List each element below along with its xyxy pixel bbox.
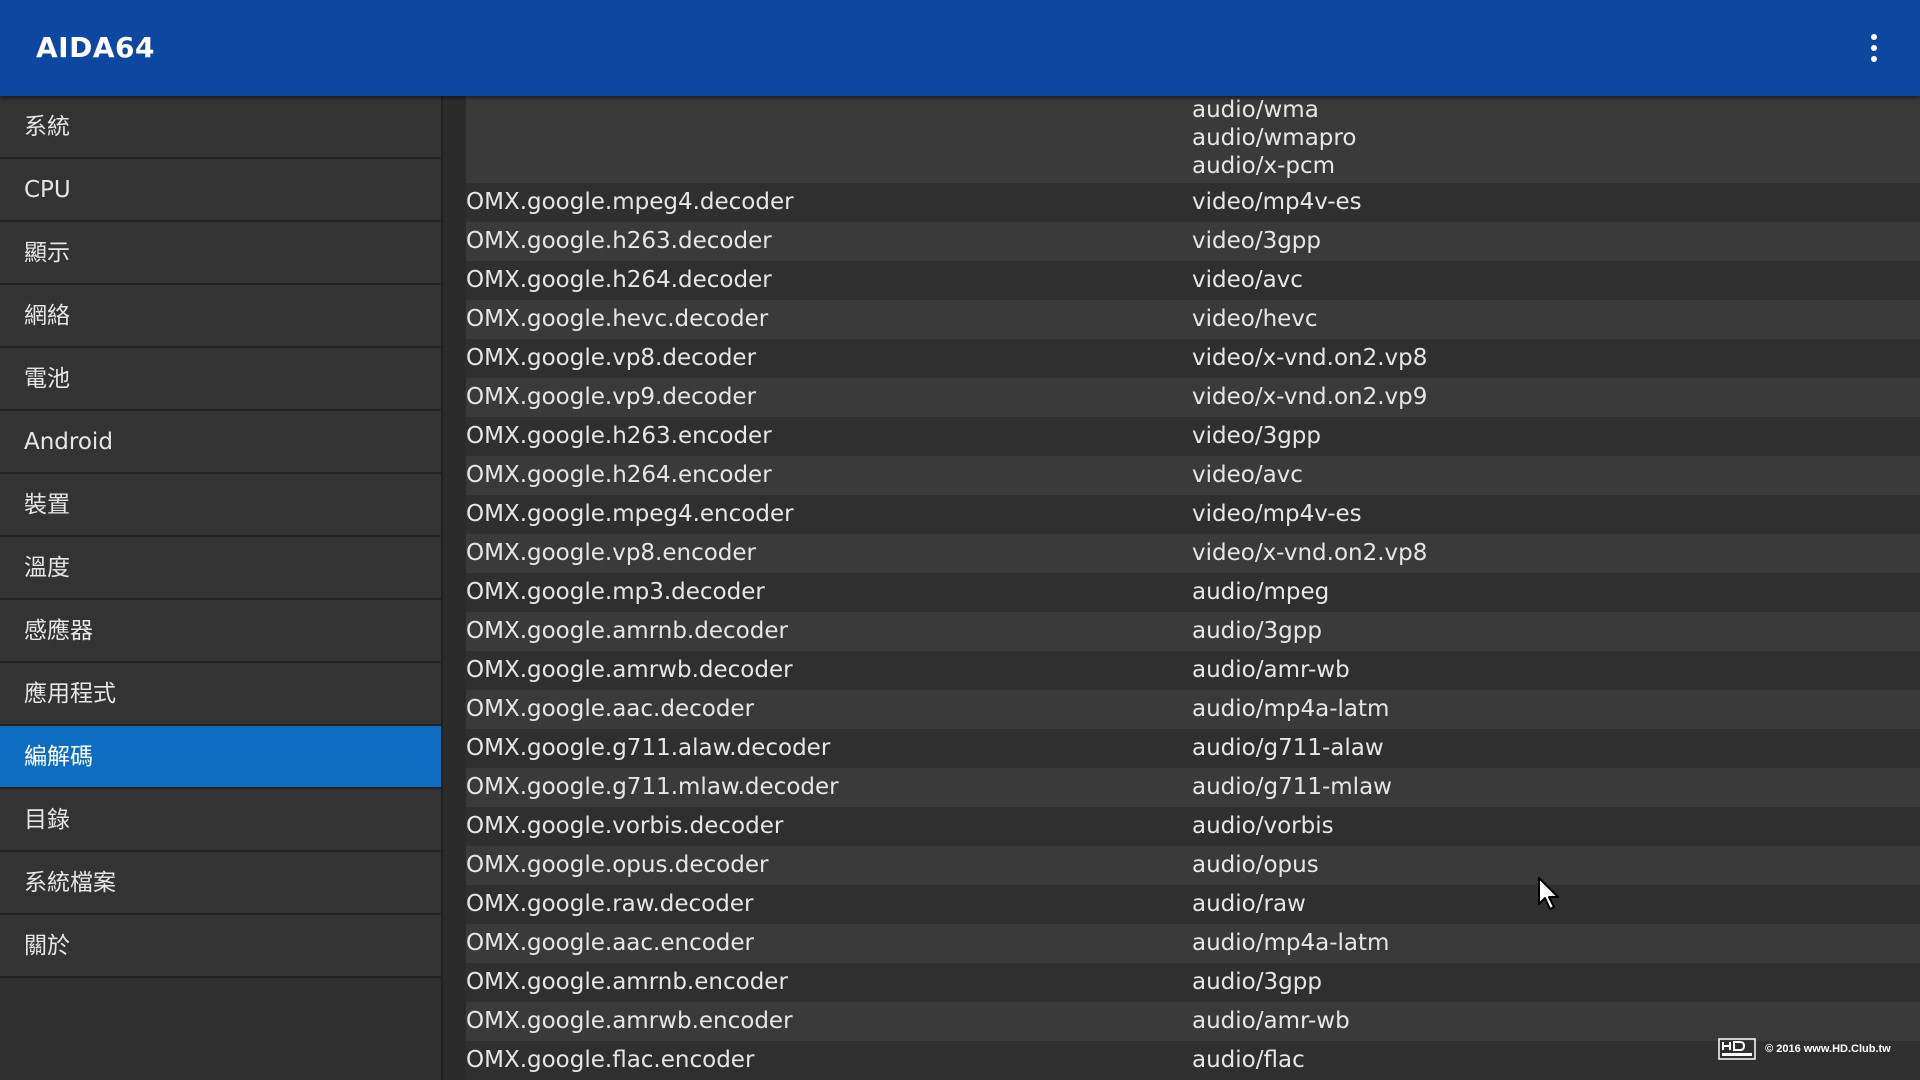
table-row: OMX.google.h264.decoder video/avc bbox=[466, 261, 1920, 300]
codec-name: OMX.google.mpeg4.encoder bbox=[466, 501, 794, 527]
mime-type: video/x-vnd.on2.vp9 bbox=[1192, 384, 1428, 410]
table-row: OMX.google.vorbis.decoder audio/vorbis bbox=[466, 807, 1920, 846]
codec-name: OMX.google.vp8.encoder bbox=[466, 540, 757, 566]
codec-name: OMX.google.flac.encoder bbox=[466, 1047, 755, 1073]
codec-name: OMX.google.h263.decoder bbox=[466, 228, 772, 254]
mouse-cursor-icon bbox=[1538, 877, 1559, 910]
codec-name: OMX.google.h264.decoder bbox=[466, 267, 772, 293]
mime-type: video/avc bbox=[1192, 462, 1303, 488]
codec-name: OMX.google.g711.alaw.decoder bbox=[466, 735, 831, 761]
table-row: OMX.google.amrnb.decoder audio/3gpp bbox=[466, 612, 1920, 651]
table-row: OMX.google.amrwb.encoder audio/amr-wb bbox=[466, 1002, 1920, 1041]
sidebar-item-9[interactable]: 應用程式 bbox=[0, 663, 441, 726]
mime-type: audio/x-pcm bbox=[1192, 153, 1336, 179]
mime-type-list: audio/wma audio/wmapro audio/x-pcm bbox=[1192, 96, 1356, 180]
table-row: OMX.google.g711.alaw.decoder audio/g711-a… bbox=[466, 729, 1920, 768]
mime-type: video/avc bbox=[1192, 267, 1303, 293]
sidebar-item-13[interactable]: 關於 bbox=[0, 915, 441, 978]
mime-type: audio/raw bbox=[1192, 891, 1306, 917]
more-vert-icon[interactable] bbox=[1854, 26, 1894, 70]
table-row: OMX.google.g711.mlaw.decoder audio/g711-m… bbox=[466, 768, 1920, 807]
table-row: OMX.google.mpeg4.encoder video/mp4v-es bbox=[466, 495, 1920, 534]
table-row: OMX.google.opus.decoder audio/opus bbox=[466, 846, 1920, 885]
table-row: OMX.google.h263.decoder video/3gpp bbox=[466, 222, 1920, 261]
mime-type: video/mp4v-es bbox=[1192, 501, 1362, 527]
sidebar-item-10[interactable]: 編解碼 bbox=[0, 726, 441, 789]
table-row: OMX.google.hevc.decoder video/hevc bbox=[466, 300, 1920, 339]
mime-type: video/hevc bbox=[1192, 306, 1318, 332]
app-bar: AIDA64 bbox=[0, 0, 1920, 96]
mime-type: audio/mpeg bbox=[1192, 579, 1330, 605]
sidebar-item-6[interactable]: 裝置 bbox=[0, 474, 441, 537]
watermark: © 2016 www.HD.Club.tw bbox=[1718, 1038, 1891, 1062]
table-row: OMX.google.vp8.encoder video/x-vnd.on2.vp… bbox=[466, 534, 1920, 573]
mime-type: audio/wmapro bbox=[1192, 125, 1357, 151]
codec-table: audio/wma audio/wmapro audio/x-pcm OMX.goo… bbox=[466, 96, 1920, 1080]
mime-type: video/3gpp bbox=[1192, 423, 1322, 449]
sidebar-item-12[interactable]: 系統檔案 bbox=[0, 852, 441, 915]
app-title: AIDA64 bbox=[36, 31, 155, 64]
sidebar-item-3[interactable]: 網絡 bbox=[0, 285, 441, 348]
mime-type: audio/3gpp bbox=[1192, 618, 1322, 644]
codec-name: OMX.google.h264.encoder bbox=[466, 462, 772, 488]
table-row: OMX.google.amrwb.decoder audio/amr-wb bbox=[466, 651, 1920, 690]
sidebar-item-11[interactable]: 目錄 bbox=[0, 789, 441, 852]
table-row: OMX.google.vp8.decoder video/x-vnd.on2.vp… bbox=[466, 339, 1920, 378]
sidebar-item-1[interactable]: CPU bbox=[0, 159, 441, 222]
sidebar-item-4[interactable]: 電池 bbox=[0, 348, 441, 411]
mime-type: audio/vorbis bbox=[1192, 813, 1334, 839]
table-row: audio/wma audio/wmapro audio/x-pcm bbox=[466, 96, 1920, 183]
codec-name: OMX.google.vorbis.decoder bbox=[466, 813, 784, 839]
mime-type: audio/mp4a-latm bbox=[1192, 696, 1390, 722]
codec-name: OMX.google.amrnb.decoder bbox=[466, 618, 788, 644]
codec-list[interactable]: audio/wma audio/wmapro audio/x-pcm OMX.goo… bbox=[443, 96, 1920, 1080]
table-row: OMX.google.mpeg4.decoder video/mp4v-es bbox=[466, 183, 1920, 222]
sidebar-item-0[interactable]: 系統 bbox=[0, 96, 441, 159]
mime-type: audio/mp4a-latm bbox=[1192, 930, 1390, 956]
codec-name: OMX.google.aac.decoder bbox=[466, 696, 755, 722]
watermark-text: © 2016 www.HD.Club.tw bbox=[1765, 1043, 1891, 1055]
mime-type: video/x-vnd.on2.vp8 bbox=[1192, 345, 1428, 371]
sidebar-nav: 系統 CPU 顯示 網絡 電池 Android 裝置 溫度 感應器 應用程式 編解碼 目錄 系統檔案 關於 bbox=[0, 96, 443, 1080]
codec-name: OMX.google.hevc.decoder bbox=[466, 306, 769, 332]
codec-name: OMX.google.amrwb.encoder bbox=[466, 1008, 793, 1034]
codec-name: OMX.google.h263.encoder bbox=[466, 423, 772, 449]
mime-type: audio/3gpp bbox=[1192, 969, 1322, 995]
mime-type: audio/amr-wb bbox=[1192, 657, 1350, 683]
sidebar-item-5[interactable]: Android bbox=[0, 411, 441, 474]
table-row: OMX.google.h263.encoder video/3gpp bbox=[466, 417, 1920, 456]
table-row: OMX.google.flac.encoder audio/flac bbox=[466, 1041, 1920, 1080]
hd-club-logo bbox=[1718, 1038, 1756, 1060]
codec-name: OMX.google.aac.encoder bbox=[466, 930, 755, 956]
mime-type: video/x-vnd.on2.vp8 bbox=[1192, 540, 1428, 566]
mime-type: video/3gpp bbox=[1192, 228, 1322, 254]
codec-name: OMX.google.vp9.decoder bbox=[466, 384, 757, 410]
table-row: OMX.google.aac.decoder audio/mp4a-latm bbox=[466, 690, 1920, 729]
mime-type: audio/amr-wb bbox=[1192, 1008, 1350, 1034]
mime-type: audio/wma bbox=[1192, 97, 1319, 123]
codec-name: OMX.google.raw.decoder bbox=[466, 891, 754, 917]
codec-name: OMX.google.amrwb.decoder bbox=[466, 657, 793, 683]
table-row: OMX.google.raw.decoder audio/raw bbox=[466, 885, 1920, 924]
table-row: OMX.google.vp9.decoder video/x-vnd.on2.vp… bbox=[466, 378, 1920, 417]
codec-name: OMX.google.mpeg4.decoder bbox=[466, 189, 794, 215]
mime-type: video/mp4v-es bbox=[1192, 189, 1362, 215]
sidebar-item-2[interactable]: 顯示 bbox=[0, 222, 441, 285]
codec-name: OMX.google.amrnb.encoder bbox=[466, 969, 788, 995]
codec-name: OMX.google.opus.decoder bbox=[466, 852, 769, 878]
table-row: OMX.google.aac.encoder audio/mp4a-latm bbox=[466, 924, 1920, 963]
table-row: OMX.google.amrnb.encoder audio/3gpp bbox=[466, 963, 1920, 1002]
mime-type: audio/opus bbox=[1192, 852, 1319, 878]
codec-name: OMX.google.mp3.decoder bbox=[466, 579, 765, 605]
mime-type: audio/g711-mlaw bbox=[1192, 774, 1392, 800]
sidebar-item-7[interactable]: 溫度 bbox=[0, 537, 441, 600]
codec-name: OMX.google.vp8.decoder bbox=[466, 345, 757, 371]
mime-type: audio/flac bbox=[1192, 1047, 1305, 1073]
table-row: OMX.google.mp3.decoder audio/mpeg bbox=[466, 573, 1920, 612]
sidebar-item-8[interactable]: 感應器 bbox=[0, 600, 441, 663]
mime-type: audio/g711-alaw bbox=[1192, 735, 1384, 761]
table-row: OMX.google.h264.encoder video/avc bbox=[466, 456, 1920, 495]
codec-name: OMX.google.g711.mlaw.decoder bbox=[466, 774, 839, 800]
